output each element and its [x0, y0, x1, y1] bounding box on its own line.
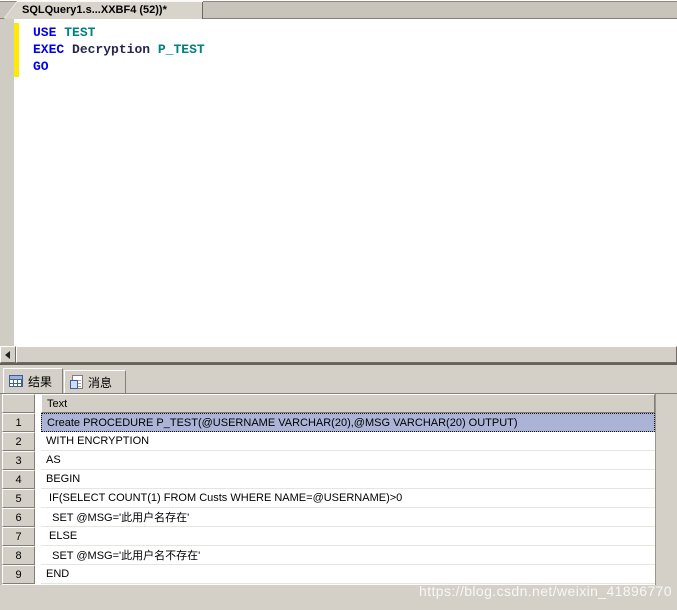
scrollbar-thumb[interactable] [16, 346, 677, 363]
grid-row-number[interactable]: 9 [2, 565, 35, 584]
code-lines: USE TEST EXEC Decryption P_TEST GO [33, 24, 205, 75]
tab-messages-label: 消息 [88, 375, 113, 390]
code-token: TEST [64, 25, 96, 40]
grid-row-number[interactable]: 7 [2, 527, 35, 546]
tab-messages[interactable]: 消息 [64, 370, 126, 393]
code-line: USE TEST [33, 24, 205, 41]
grid-row: 2 WITH ENCRYPTION [2, 432, 655, 451]
grid-row-number[interactable]: 2 [2, 432, 35, 451]
ssms-query-window: SQLQuery1.s...XXBF4 (52))* USE TEST EXEC … [0, 0, 677, 610]
editor-horizontal-scrollbar[interactable] [0, 346, 677, 363]
code-token: P_TEST [157, 42, 205, 57]
code-token: EXEC [33, 42, 65, 57]
grid-row-number[interactable]: 3 [2, 451, 35, 470]
pane-splitter[interactable] [0, 363, 677, 365]
code-token: Decryption [72, 42, 151, 57]
sql-editor[interactable]: USE TEST EXEC Decryption P_TEST GO [0, 19, 677, 346]
grid-row: 3 AS [2, 451, 655, 470]
grid-row: 1 Create PROCEDURE P_TEST(@USERNAME VARCH… [2, 413, 655, 432]
document-tab-strip: SQLQuery1.s...XXBF4 (52))* [0, 0, 677, 19]
grid-row: 9 END [2, 565, 655, 584]
grid-cell-text[interactable]: Create PROCEDURE P_TEST(@USERNAME VARCHA… [41, 413, 655, 432]
changed-lines-indicator [14, 23, 19, 77]
grid-row-number[interactable]: 6 [2, 508, 35, 527]
grid-row-number[interactable]: 8 [2, 546, 35, 565]
grid-cell-text[interactable]: SET @MSG='此用户名不存在' [41, 546, 655, 565]
grid-row-number[interactable]: 5 [2, 489, 35, 508]
watermark: https://blog.csdn.net/weixin_41896770 [419, 583, 672, 599]
grid-column-header-text[interactable]: Text [41, 394, 655, 413]
grid-cell-text[interactable]: WITH ENCRYPTION [41, 432, 655, 451]
results-grid-icon [9, 375, 23, 387]
grid-cell-text[interactable]: END [41, 565, 655, 584]
code-token: USE [33, 25, 57, 40]
grid-row-number[interactable]: 4 [2, 470, 35, 489]
grid-row: 7 ELSE [2, 527, 655, 546]
grid-row: 5 IF(SELECT COUNT(1) FROM Custs WHERE NA… [2, 489, 655, 508]
grid-cell-text[interactable]: BEGIN [41, 470, 655, 489]
grid-row: 6 SET @MSG='此用户名存在' [2, 508, 655, 527]
scroll-left-button[interactable] [0, 346, 16, 363]
document-tab[interactable]: SQLQuery1.s...XXBF4 (52))* [4, 2, 202, 19]
tab-results[interactable]: 结果 [3, 368, 63, 393]
code-line: GO [33, 58, 205, 75]
code-line: EXEC Decryption P_TEST [33, 41, 205, 58]
code-token: GO [33, 59, 49, 74]
results-grid: Text 1 Create PROCEDURE P_TEST(@USERNAME … [0, 394, 656, 585]
grid-cell-text[interactable]: SET @MSG='此用户名存在' [41, 508, 655, 527]
left-arrow-icon [5, 351, 10, 359]
messages-icon [70, 375, 83, 389]
grid-cell-text[interactable]: IF(SELECT COUNT(1) FROM Custs WHERE NAME… [41, 489, 655, 508]
editor-selection-margin [0, 19, 14, 346]
grid-corner-cell[interactable] [2, 394, 35, 413]
grid-header-row: Text [2, 394, 655, 413]
grid-rows: 1 Create PROCEDURE P_TEST(@USERNAME VARCH… [2, 413, 655, 584]
grid-row-number[interactable]: 1 [2, 413, 35, 432]
grid-cell-text[interactable]: ELSE [41, 527, 655, 546]
grid-row: 8 SET @MSG='此用户名不存在' [2, 546, 655, 565]
grid-cell-text[interactable]: AS [41, 451, 655, 470]
tab-results-label: 结果 [28, 374, 53, 389]
grid-row: 4 BEGIN [2, 470, 655, 489]
